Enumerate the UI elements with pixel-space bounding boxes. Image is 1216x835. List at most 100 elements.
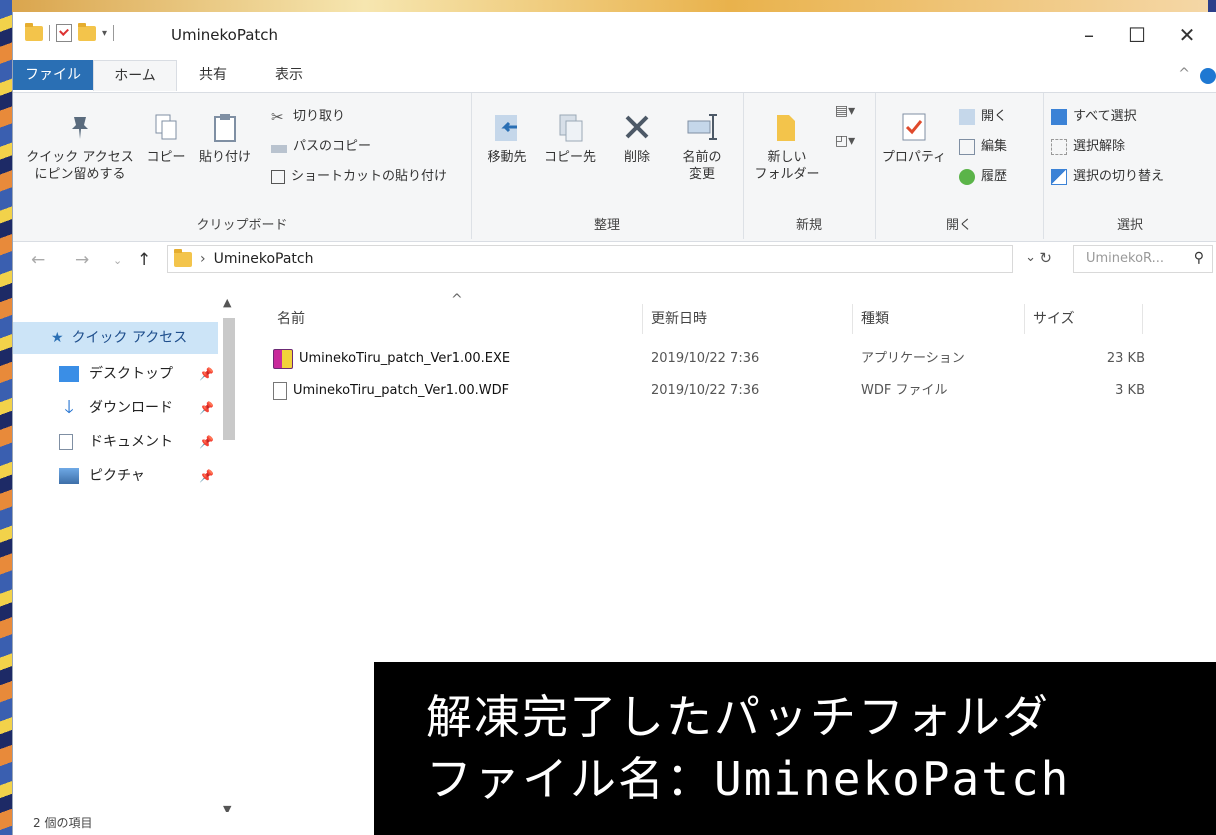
file-row[interactable]: UminekoTiru_patch_Ver1.00.EXE 2019/10/22… [269,344,1149,374]
delete-x-icon [625,115,649,139]
column-header-size[interactable]: サイズ [1025,304,1143,334]
new-folder-button[interactable]: 新しい フォルダー [751,111,823,183]
delete-button[interactable]: 削除 [611,111,663,166]
close-button[interactable]: ✕ [1164,20,1210,50]
copy-button[interactable]: コピー [141,111,191,166]
collapse-ribbon-icon[interactable]: ^ [1178,66,1190,82]
paste-icon [214,114,236,142]
forward-arrow-icon[interactable]: → [75,250,89,270]
search-input[interactable]: UminekoR... ⚲ [1073,245,1213,273]
select-all-button[interactable]: すべて選択 [1051,105,1137,129]
tab-file[interactable]: ファイル [13,60,93,90]
separator [113,25,115,41]
column-header-name[interactable]: 名前 [269,304,643,334]
address-bar-row: ← → ⌄ ↑ › UminekoPatch ⌄ ↻ UminekoR... ⚲ [13,242,1216,282]
open-group: プロパティ 開く 編集 履歴 開く [875,93,1044,239]
folder-icon[interactable] [25,22,43,41]
address-path[interactable]: UminekoPatch [214,251,314,267]
file-size: 3 KB [1115,383,1145,398]
chevron-right-icon[interactable]: › [200,251,206,267]
pin-icon[interactable]: 📌 [199,460,214,492]
pin-icon[interactable]: 📌 [199,426,214,458]
quick-access-toolbar: ▾ [25,22,115,42]
minimize-button[interactable]: – [1066,20,1112,50]
copy-path-button[interactable]: パスのコピー [271,135,371,159]
properties-button[interactable]: プロパティ [879,111,949,166]
new-item-icon: ▤▾ [834,103,856,119]
scroll-thumb[interactable] [223,318,235,440]
easy-access-icon: ◰▾ [834,133,856,149]
invert-selection-button[interactable]: 選択の切り替え [1051,165,1164,189]
cut-button[interactable]: ✂ 切り取り [271,105,345,129]
maximize-button[interactable]: ☐ [1114,20,1160,50]
easy-access-button[interactable]: ◰▾ [827,133,863,150]
search-icon[interactable]: ⚲ [1194,250,1204,266]
search-placeholder: UminekoR... [1086,251,1165,266]
rename-icon [687,114,717,140]
scroll-up-icon[interactable]: ▲ [223,296,231,309]
select-none-button[interactable]: 選択解除 [1051,135,1125,159]
nav-item-documents[interactable]: ドキュメント 📌 [13,426,218,458]
title-bar: ▾ UminekoPatch – ☐ ✕ [13,12,1216,56]
nav-item-downloads[interactable]: 🡓 ダウンロード 📌 [13,392,218,424]
new-group: 新しい フォルダー ▤▾ ◰▾ 新規 [743,93,876,239]
pin-label-1: クイック アクセス [26,150,134,165]
tab-home[interactable]: ホーム [93,60,177,91]
chevron-down-icon[interactable]: ⌄ [1025,250,1036,265]
file-name-cell[interactable]: UminekoTiru_patch_Ver1.00.EXE [273,344,510,374]
new-folder-label-1: 新しい [767,150,807,165]
column-header-type[interactable]: 種類 [853,304,1025,334]
documents-icon [59,434,73,450]
new-item-button[interactable]: ▤▾ [827,103,863,120]
tab-view[interactable]: 表示 [265,60,313,90]
new-folder-icon[interactable] [78,22,96,41]
file-name-cell[interactable]: UminekoTiru_patch_Ver1.00.WDF [273,376,509,406]
invert-selection-label: 選択の切り替え [1073,169,1165,184]
new-folder-label-2: フォルダー [754,167,820,182]
column-header-date[interactable]: 更新日時 [643,304,853,334]
nav-item-pictures[interactable]: ピクチャ 📌 [13,460,218,492]
move-to-icon [495,115,517,141]
customize-toolbar-dropdown-icon[interactable]: ▾ [102,28,107,39]
clipboard-group: クイック アクセス にピン留めする コピー 貼り付け ✂ 切り取り パスのコピー [13,93,472,239]
copy-path-label: パスのコピー [293,139,372,154]
back-arrow-icon[interactable]: ← [31,250,45,270]
open-label: 開く [981,109,1008,124]
pin-icon[interactable]: 📌 [199,392,214,424]
clipboard-group-label: クリップボード [196,218,288,233]
organize-group-label: 整理 [593,218,620,233]
caption-line-1: 解凍完了したパッチフォルダ [426,690,1050,744]
item-count: 2 個の項目 [33,816,93,830]
navigation-pane: ★ クイック アクセス デスクトップ 📌 🡓 ダウンロード 📌 ドキュメント 📌… [13,288,243,816]
copy-to-button[interactable]: コピー先 [539,111,601,166]
nav-item-desktop[interactable]: デスクトップ 📌 [13,358,218,390]
pin-icon [72,117,88,139]
file-row[interactable]: UminekoTiru_patch_Ver1.00.WDF 2019/10/22… [269,376,1149,406]
organize-group: 移動先 コピー先 削除 名前の 変更 整理 [471,93,744,239]
rename-button[interactable]: 名前の 変更 [671,111,733,183]
shortcut-icon [271,170,285,184]
delete-label: 削除 [623,150,650,165]
file-type: アプリケーション [861,351,965,366]
select-group-label: 選択 [1116,218,1143,233]
file-date: 2019/10/22 7:36 [651,351,760,366]
refresh-icon[interactable]: ↻ [1039,249,1052,267]
open-button[interactable]: 開く [959,105,1007,129]
paste-shortcut-button[interactable]: ショートカットの貼り付け [271,165,447,189]
file-name: UminekoTiru_patch_Ver1.00.EXE [299,351,511,366]
move-to-button[interactable]: 移動先 [479,111,535,166]
address-bar[interactable]: › UminekoPatch ⌄ ↻ [167,245,1052,273]
properties-check-icon[interactable] [56,24,72,42]
nav-quick-access[interactable]: ★ クイック アクセス [13,322,218,354]
pin-icon[interactable]: 📌 [199,358,214,390]
up-arrow-icon[interactable]: ↑ [137,250,151,270]
history-button[interactable]: 履歴 [959,165,1007,189]
help-icon[interactable] [1200,68,1216,84]
recent-dropdown-icon[interactable]: ⌄ [113,254,122,267]
rename-label-1: 名前の [682,150,722,165]
nav-scrollbar[interactable]: ▲ ▼ [219,296,237,816]
edit-button[interactable]: 編集 [959,135,1007,159]
pin-quick-access-button[interactable]: クイック アクセス にピン留めする [21,111,139,183]
tab-share[interactable]: 共有 [189,60,237,90]
paste-button[interactable]: 貼り付け [195,111,255,166]
